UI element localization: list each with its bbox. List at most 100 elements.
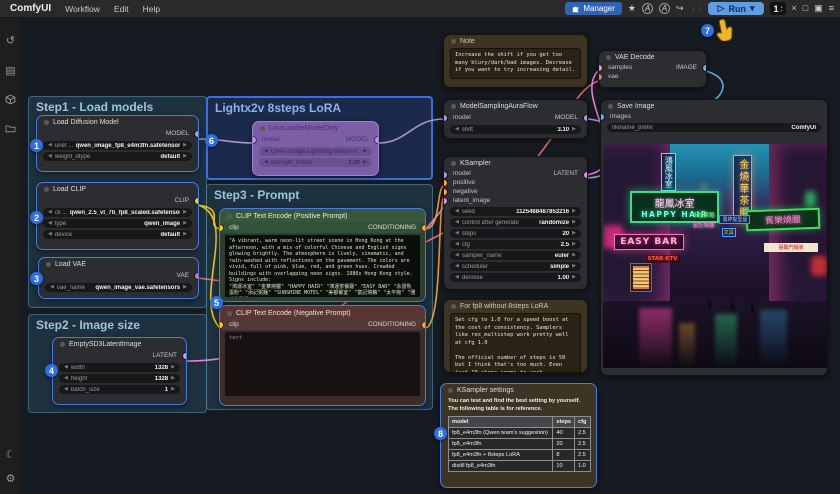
latent-output-port[interactable] bbox=[183, 353, 187, 359]
menu-help[interactable]: Help bbox=[143, 4, 160, 14]
widget-value[interactable]: 1 bbox=[165, 387, 168, 393]
sampler-name-widget[interactable]: sampler_nameeuler bbox=[450, 251, 581, 260]
collapse-dot-icon[interactable] bbox=[260, 126, 265, 131]
collapse-dot-icon[interactable] bbox=[46, 262, 51, 267]
drag-handle-icon[interactable]: ⋮⋮ bbox=[690, 4, 702, 13]
stop-icon[interactable]: □ bbox=[803, 4, 808, 13]
star-icon[interactable]: ★ bbox=[628, 4, 636, 13]
batch-size-widget[interactable]: batch_size1 bbox=[59, 385, 180, 394]
history-button[interactable]: ↺ bbox=[0, 28, 22, 52]
decrement-icon[interactable] bbox=[455, 127, 459, 132]
node-library-button[interactable] bbox=[0, 87, 22, 111]
clip-input-port[interactable] bbox=[219, 322, 223, 328]
node-save-image[interactable]: Save Image images filename_prefixComfyUI… bbox=[600, 99, 828, 376]
widget-value[interactable]: default bbox=[160, 154, 180, 160]
increment-icon[interactable] bbox=[572, 264, 576, 269]
denoise-widget[interactable]: denoise1.00 bbox=[450, 273, 581, 282]
decrement-icon[interactable] bbox=[264, 149, 268, 154]
model-input-port[interactable] bbox=[443, 115, 447, 121]
unet-name-widget[interactable]: unet ...qwen_image_fp8_e4m3fn.safetensor… bbox=[43, 141, 192, 150]
samples-input-port[interactable] bbox=[598, 65, 602, 71]
node-lora-loader-model-only[interactable]: LoraLoaderModelOnly modelMODEL Qwen-Imag… bbox=[252, 121, 379, 176]
decrement-icon[interactable] bbox=[64, 387, 68, 392]
conditioning-output-port[interactable] bbox=[422, 225, 426, 231]
image-output-port[interactable] bbox=[703, 65, 707, 71]
increment-icon[interactable] bbox=[171, 365, 175, 370]
node-fp8-note[interactable]: For fp8 without 8steps LoRA Set cfg to 1… bbox=[443, 299, 588, 373]
clip-name-widget[interactable]: cli ...qwen_2.5_vl_7b_fp8_scaled.safeten… bbox=[43, 208, 192, 217]
device-widget[interactable]: devicedefault bbox=[43, 230, 192, 239]
chevron-down-icon[interactable]: ▾ bbox=[750, 3, 755, 14]
node-clip-text-encode-positive[interactable]: CLIP Text Encode (Positive Prompt) clipC… bbox=[219, 208, 426, 302]
increment-icon[interactable] bbox=[572, 127, 576, 132]
collapse-dot-icon[interactable] bbox=[60, 342, 65, 347]
negative-prompt-textarea[interactable]: text bbox=[225, 332, 420, 396]
cfg-widget[interactable]: cfg2.5 bbox=[450, 240, 581, 249]
images-input-port[interactable] bbox=[600, 114, 604, 120]
node-ksampler[interactable]: KSampler modelLATENT positive negative l… bbox=[443, 156, 588, 290]
decrement-icon[interactable] bbox=[455, 220, 459, 225]
seed-widget[interactable]: seed1125488487853216 bbox=[450, 207, 581, 216]
decrement-icon[interactable] bbox=[48, 210, 52, 215]
decrement-icon[interactable] bbox=[455, 242, 459, 247]
batch-count-value[interactable]: 1 bbox=[773, 4, 778, 14]
count-down-icon[interactable]: ▾ bbox=[781, 9, 783, 13]
increment-icon[interactable] bbox=[183, 154, 187, 159]
shift-widget[interactable]: shift3.10 bbox=[450, 125, 581, 134]
queue-panel-icon[interactable]: ▣ bbox=[814, 4, 823, 13]
model-output-port[interactable] bbox=[195, 131, 199, 137]
widget-value[interactable]: qwen_2.5_vl_7b_fp8_scaled.safetensors bbox=[70, 210, 180, 216]
widget-value[interactable]: 1125488487853216 bbox=[516, 209, 569, 215]
collapse-dot-icon[interactable] bbox=[451, 39, 456, 44]
decrement-icon[interactable] bbox=[455, 264, 459, 269]
weight-dtype-widget[interactable]: weight_dtypedefault bbox=[43, 152, 192, 161]
template-icon-2[interactable]: A bbox=[659, 3, 670, 14]
model-input-port[interactable] bbox=[443, 172, 447, 178]
decrement-icon[interactable] bbox=[48, 221, 52, 226]
negative-input-port[interactable] bbox=[443, 189, 447, 195]
model-output-port[interactable] bbox=[375, 137, 379, 143]
increment-icon[interactable] bbox=[183, 210, 187, 215]
widget-value[interactable]: qwen_image bbox=[144, 221, 180, 227]
increment-icon[interactable] bbox=[363, 149, 367, 154]
increment-icon[interactable] bbox=[363, 160, 367, 165]
group-title[interactable]: Step3 - Prompt bbox=[207, 185, 432, 205]
filename-prefix-widget[interactable]: filename_prefixComfyUI bbox=[607, 123, 821, 132]
decrement-icon[interactable] bbox=[48, 143, 52, 148]
increment-icon[interactable] bbox=[572, 231, 576, 236]
queue-button[interactable]: ▤ bbox=[0, 58, 22, 82]
vae-output-port[interactable] bbox=[195, 273, 199, 279]
decrement-icon[interactable] bbox=[455, 209, 459, 214]
clear-queue-icon[interactable]: × bbox=[792, 4, 797, 13]
decrement-icon[interactable] bbox=[455, 275, 459, 280]
node-load-vae[interactable]: Load VAE VAE vae_nameqwen_image_vae.safe… bbox=[38, 257, 199, 299]
decrement-icon[interactable] bbox=[455, 253, 459, 258]
menu-icon[interactable]: ≡ bbox=[829, 4, 834, 13]
increment-icon[interactable] bbox=[171, 376, 175, 381]
increment-icon[interactable] bbox=[572, 253, 576, 258]
clip-output-port[interactable] bbox=[195, 198, 199, 204]
vae-name-widget[interactable]: vae_nameqwen_image_vae.safetensors bbox=[45, 283, 192, 292]
lora-name-widget[interactable]: Qwen-Image-Lightning-8steps-V... bbox=[259, 147, 372, 156]
positive-prompt-textarea[interactable]: "A vibrant, warm neon-lit street scene i… bbox=[225, 235, 420, 297]
theme-toggle-button[interactable]: ☾ bbox=[0, 442, 22, 466]
share-icon[interactable]: ↪ bbox=[676, 4, 684, 13]
decrement-icon[interactable] bbox=[455, 231, 459, 236]
widget-value[interactable]: 1328 bbox=[155, 365, 168, 371]
template-icon-1[interactable]: A bbox=[642, 3, 653, 14]
widget-value[interactable]: 2.5 bbox=[561, 242, 569, 248]
widget-value[interactable]: ComfyUI bbox=[791, 125, 816, 131]
node-model-sampling-auraflow[interactable]: ModelSamplingAuraFlow modelMODEL shift3.… bbox=[443, 99, 588, 139]
group-title[interactable]: Lightx2v 8steps LoRA bbox=[208, 98, 431, 118]
node-clip-text-encode-negative[interactable]: CLIP Text Encode (Negative Prompt) clipC… bbox=[219, 305, 426, 406]
node-ksampler-settings[interactable]: KSampler settings You can test and find … bbox=[440, 383, 597, 488]
increment-icon[interactable] bbox=[183, 143, 187, 148]
increment-icon[interactable] bbox=[183, 232, 187, 237]
increment-icon[interactable] bbox=[572, 209, 576, 214]
collapse-dot-icon[interactable] bbox=[44, 187, 49, 192]
widget-value[interactable]: 1.00 bbox=[348, 160, 360, 166]
type-widget[interactable]: typeqwen_image bbox=[43, 219, 192, 228]
increment-icon[interactable] bbox=[572, 220, 576, 225]
widget-value[interactable]: 1328 bbox=[155, 376, 168, 382]
settings-button[interactable]: ⚙ bbox=[0, 466, 22, 490]
